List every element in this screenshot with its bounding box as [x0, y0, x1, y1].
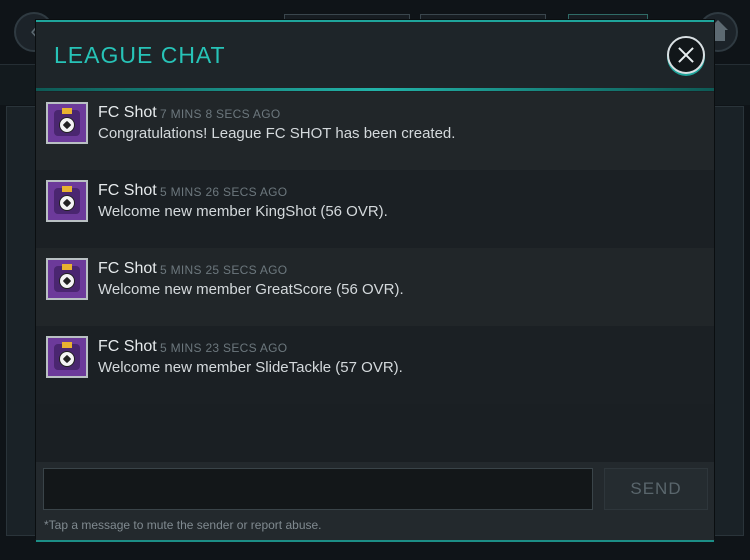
- message-text: Congratulations! League FC SHOT has been…: [98, 125, 456, 142]
- message-list: FC Shot 7 MINS 8 SECS AGO Congratulation…: [36, 92, 714, 462]
- message-composer: SEND *Tap a message to mute the sender o…: [36, 462, 714, 540]
- message-sender: FC Shot: [98, 104, 157, 121]
- message-text: Welcome new member SlideTackle (57 OVR).: [98, 359, 403, 376]
- modal-header: LEAGUE CHAT: [36, 22, 714, 90]
- league-chat-modal: LEAGUE CHAT FC Shot 7 MINS 8 SECS AGO Co…: [36, 20, 714, 540]
- report-hint: *Tap a message to mute the sender or rep…: [44, 518, 322, 532]
- background-panel-left: [6, 106, 36, 536]
- message-item[interactable]: FC Shot 5 MINS 25 SECS AGO Welcome new m…: [36, 248, 714, 326]
- club-crest-icon: [46, 258, 88, 300]
- message-time: 5 MINS 23 SECS AGO: [160, 341, 288, 355]
- message-sender: FC Shot: [98, 338, 157, 355]
- close-button[interactable]: [667, 36, 705, 74]
- send-button[interactable]: SEND: [604, 468, 708, 510]
- message-time: 7 MINS 8 SECS AGO: [160, 107, 281, 121]
- message-sender: FC Shot: [98, 182, 157, 199]
- message-item[interactable]: FC Shot 5 MINS 26 SECS AGO Welcome new m…: [36, 170, 714, 248]
- club-crest-icon: [46, 102, 88, 144]
- message-time: 5 MINS 25 SECS AGO: [160, 263, 288, 277]
- club-crest-icon: [46, 336, 88, 378]
- chat-input[interactable]: [43, 468, 593, 510]
- message-item[interactable]: FC Shot 5 MINS 23 SECS AGO Welcome new m…: [36, 326, 714, 404]
- message-time: 5 MINS 26 SECS AGO: [160, 185, 288, 199]
- modal-title: LEAGUE CHAT: [54, 42, 226, 68]
- message-sender: FC Shot: [98, 260, 157, 277]
- message-text: Welcome new member GreatScore (56 OVR).: [98, 281, 404, 298]
- club-crest-icon: [46, 180, 88, 222]
- header-divider: [36, 88, 714, 91]
- message-item[interactable]: FC Shot 7 MINS 8 SECS AGO Congratulation…: [36, 92, 714, 170]
- message-text: Welcome new member KingShot (56 OVR).: [98, 203, 388, 220]
- background-panel-right: [714, 106, 744, 536]
